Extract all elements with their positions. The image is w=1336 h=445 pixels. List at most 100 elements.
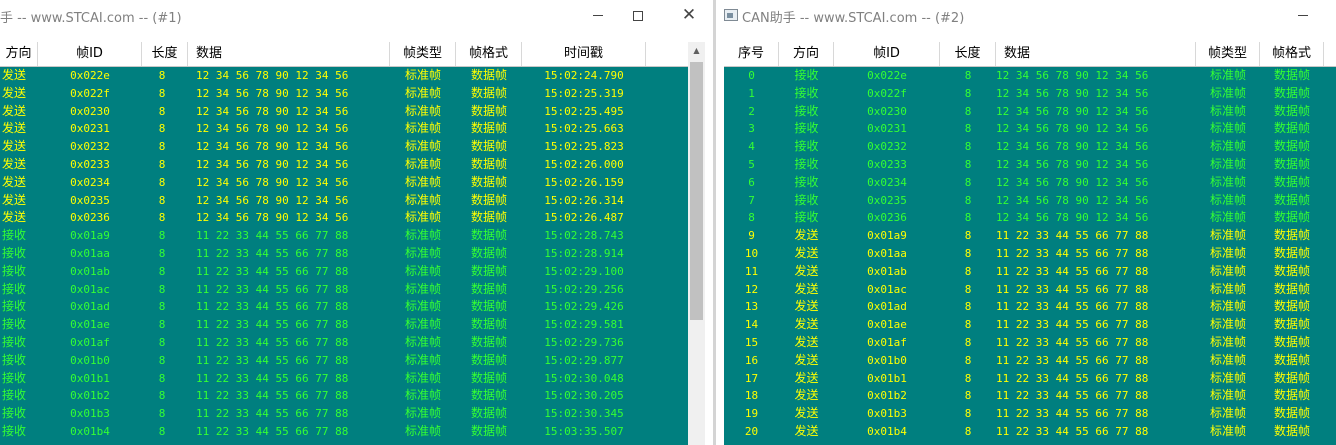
cell-length: 8 xyxy=(964,336,972,349)
col-frame-type[interactable]: 帧类型 xyxy=(390,42,456,66)
cell-frame-type: 标准帧 xyxy=(404,370,441,385)
maximize-button[interactable] xyxy=(615,0,661,31)
table-row[interactable]: 2 接收 0x0230 8 12 34 56 78 90 12 34 56 标准帧 数据帧 xyxy=(724,103,1336,121)
vertical-scrollbar[interactable]: ▲ xyxy=(688,42,705,445)
cell-data: 12 34 56 78 90 12 34 56 xyxy=(196,104,349,118)
cell-length: 8 xyxy=(158,407,166,421)
close-button[interactable]: ✕ xyxy=(666,0,712,31)
cell-frame-type: 标准帧 xyxy=(404,335,441,349)
col-direction[interactable]: 方向 xyxy=(779,42,834,66)
table-row[interactable]: 16 发送 0x01b0 8 11 22 33 44 55 66 77 88 标准帧 数据帧 xyxy=(724,352,1336,370)
table-row[interactable]: 接收 0x01b3 8 11 22 33 44 55 66 77 88 标准帧 数据帧 15… xyxy=(0,405,688,423)
table-row[interactable]: 接收 0x01af 8 11 22 33 44 55 66 77 88 标准帧 数据帧 15… xyxy=(0,334,688,352)
table-row[interactable]: 接收 0x01b2 8 11 22 33 44 55 66 77 88 标准帧 数据帧 15… xyxy=(0,387,688,405)
cell-frame-format: 数据帧 xyxy=(470,157,507,171)
table-row[interactable]: 1 接收 0x022f 8 12 34 56 78 90 12 34 56 标准帧 数据帧 xyxy=(724,85,1336,103)
table-row[interactable]: 9 发送 0x01a9 8 11 22 33 44 55 66 77 88 标准帧 数据帧 xyxy=(724,227,1336,245)
table-row[interactable]: 8 接收 0x0236 8 12 34 56 78 90 12 34 56 标准帧 数据帧 xyxy=(724,209,1336,227)
cell-frame-format: 数据帧 xyxy=(1273,157,1310,171)
cell-frame-type: 标准帧 xyxy=(404,210,441,225)
cell-frame-type: 标准帧 xyxy=(1209,174,1246,189)
table-row[interactable]: 17 发送 0x01b1 8 11 22 33 44 55 66 77 88 标准帧 数据帧 xyxy=(724,370,1336,388)
col-frame-type[interactable]: 帧类型 xyxy=(1196,42,1260,66)
cell-data: 11 22 33 44 55 66 77 88 xyxy=(196,247,349,260)
cell-length: 8 xyxy=(158,389,166,403)
table-row[interactable]: 发送 0x0232 8 12 34 56 78 90 12 34 56 标准帧 数据帧 15… xyxy=(0,138,688,156)
cell-length: 8 xyxy=(158,104,166,118)
table-row[interactable]: 接收 0x01ac 8 11 22 33 44 55 66 77 88 标准帧 数据帧 15… xyxy=(0,281,688,299)
table-row[interactable]: 7 接收 0x0235 8 12 34 56 78 90 12 34 56 标准帧 数据帧 xyxy=(724,192,1336,210)
table-row[interactable]: 5 接收 0x0233 8 12 34 56 78 90 12 34 56 标准帧 数据帧 xyxy=(724,156,1336,174)
table-row[interactable]: 13 发送 0x01ad 8 11 22 33 44 55 66 77 88 标准帧 数据帧 xyxy=(724,298,1336,316)
cell-timestamp: 15:02:26.314 xyxy=(544,193,624,207)
col-frame-id[interactable]: 帧ID xyxy=(38,42,142,66)
col-frame-format[interactable]: 帧格式 xyxy=(456,42,522,66)
table-row[interactable]: 发送 0x022e 8 12 34 56 78 90 12 34 56 标准帧 数据帧 15… xyxy=(0,67,688,85)
cell-frame-format: 数据帧 xyxy=(470,103,507,118)
table-row[interactable]: 6 接收 0x0234 8 12 34 56 78 90 12 34 56 标准帧 数据帧 xyxy=(724,174,1336,192)
table-row[interactable]: 接收 0x01aa 8 11 22 33 44 55 66 77 88 标准帧 数据帧 15… xyxy=(0,245,688,263)
scroll-up-arrow-icon[interactable]: ▲ xyxy=(688,42,705,59)
cell-data: 12 34 56 78 90 12 34 56 xyxy=(996,158,1149,171)
table-row[interactable]: 接收 0x01a9 8 11 22 33 44 55 66 77 88 标准帧 数据帧 15… xyxy=(0,227,688,245)
cell-frame-type: 标准帧 xyxy=(1209,228,1246,243)
table-row[interactable]: 发送 0x022f 8 12 34 56 78 90 12 34 56 标准帧 数据帧 15… xyxy=(0,85,688,103)
message-list[interactable]: 0 接收 0x022e 8 12 34 56 78 90 12 34 56 标准帧 数据帧 1… xyxy=(724,42,1336,445)
cell-data: 11 22 33 44 55 66 77 88 xyxy=(996,247,1149,260)
cell-data: 11 22 33 44 55 66 77 88 xyxy=(196,282,349,296)
col-frame-format[interactable]: 帧格式 xyxy=(1260,42,1324,66)
table-row[interactable]: 接收 0x01b4 8 11 22 33 44 55 66 77 88 标准帧 数据帧 15… xyxy=(0,423,688,441)
col-sequence[interactable]: 序号 xyxy=(724,42,779,66)
table-row[interactable]: 14 发送 0x01ae 8 11 22 33 44 55 66 77 88 标准帧 数据帧 xyxy=(724,316,1336,334)
table-row[interactable]: 发送 0x0235 8 12 34 56 78 90 12 34 56 标准帧 数据帧 15… xyxy=(0,192,688,210)
table-row[interactable]: 发送 0x0233 8 12 34 56 78 90 12 34 56 标准帧 数据帧 15… xyxy=(0,156,688,174)
col-timestamp[interactable]: 时间戳 xyxy=(522,42,646,66)
cell-frame-format: 数据帧 xyxy=(1273,85,1310,100)
table-row[interactable]: 10 发送 0x01aa 8 11 22 33 44 55 66 77 88 标准帧 数据帧 xyxy=(724,245,1336,263)
cell-frame-type: 标准帧 xyxy=(404,157,441,171)
cell-sequence: 4 xyxy=(748,140,755,154)
table-row[interactable]: 20 发送 0x01b4 8 11 22 33 44 55 66 77 88 标准帧 数据帧 xyxy=(724,423,1336,441)
table-row[interactable]: 接收 0x01ad 8 11 22 33 44 55 66 77 88 标准帧 数据帧 15… xyxy=(0,298,688,316)
table-row[interactable]: 接收 0x01b0 8 11 22 33 44 55 66 77 88 标准帧 数据帧 15… xyxy=(0,352,688,370)
table-row[interactable]: 19 发送 0x01b3 8 11 22 33 44 55 66 77 88 标准帧 数据帧 xyxy=(724,405,1336,423)
title-bar[interactable]: CAN助手 -- www.STCAI.com -- (#2) xyxy=(716,0,1336,31)
col-data[interactable]: 数据 xyxy=(996,42,1196,66)
cell-frame-format: 数据帧 xyxy=(1273,210,1310,225)
cell-direction: 接收 xyxy=(794,85,819,100)
table-row[interactable]: 发送 0x0230 8 12 34 56 78 90 12 34 56 标准帧 数据帧 15… xyxy=(0,103,688,121)
table-row[interactable]: 11 发送 0x01ab 8 11 22 33 44 55 66 77 88 标准帧 数据帧 xyxy=(724,263,1336,281)
table-row[interactable]: 0 接收 0x022e 8 12 34 56 78 90 12 34 56 标准帧 数据帧 xyxy=(724,67,1336,85)
table-row[interactable]: 18 发送 0x01b2 8 11 22 33 44 55 66 77 88 标准帧 数据帧 xyxy=(724,387,1336,405)
table-row[interactable]: 接收 0x01ab 8 11 22 33 44 55 66 77 88 标准帧 数据帧 15… xyxy=(0,263,688,281)
cell-frame-id: 0x01ad xyxy=(867,300,907,314)
col-data[interactable]: 数据 xyxy=(188,42,390,66)
table-row[interactable]: 发送 0x0234 8 12 34 56 78 90 12 34 56 标准帧 数据帧 15… xyxy=(0,174,688,192)
table-row[interactable]: 发送 0x0236 8 12 34 56 78 90 12 34 56 标准帧 数据帧 15… xyxy=(0,209,688,227)
table-row[interactable]: 发送 0x0231 8 12 34 56 78 90 12 34 56 标准帧 数据帧 15… xyxy=(0,120,688,138)
table-row[interactable]: 接收 0x01b1 8 11 22 33 44 55 66 77 88 标准帧 数据帧 15… xyxy=(0,370,688,388)
cell-frame-id: 0x0231 xyxy=(70,122,110,136)
scrollbar-thumb[interactable] xyxy=(690,62,703,320)
col-direction[interactable]: 方向 xyxy=(0,42,38,66)
table-row[interactable]: 3 接收 0x0231 8 12 34 56 78 90 12 34 56 标准帧 数据帧 xyxy=(724,120,1336,138)
cell-length: 8 xyxy=(158,336,166,349)
cell-frame-format: 数据帧 xyxy=(470,85,507,100)
col-length[interactable]: 长度 xyxy=(940,42,996,66)
title-bar[interactable]: 手 -- www.STCAI.com -- (#1) ✕ xyxy=(0,0,713,31)
cell-data: 12 34 56 78 90 12 34 56 xyxy=(196,158,349,171)
minimize-button[interactable] xyxy=(1280,0,1326,31)
col-length[interactable]: 长度 xyxy=(142,42,188,66)
table-row[interactable]: 15 发送 0x01af 8 11 22 33 44 55 66 77 88 标准帧 数据帧 xyxy=(724,334,1336,352)
cell-direction: 发送 xyxy=(2,68,27,82)
cell-sequence: 12 xyxy=(744,282,759,296)
message-list[interactable]: 发送 0x022e 8 12 34 56 78 90 12 34 56 标准帧 数据帧 15… xyxy=(0,42,688,445)
cell-direction: 发送 xyxy=(794,335,819,349)
col-frame-id[interactable]: 帧ID xyxy=(834,42,940,66)
table-row[interactable]: 12 发送 0x01ac 8 11 22 33 44 55 66 77 88 标准帧 数据帧 xyxy=(724,281,1336,299)
table-row[interactable]: 4 接收 0x0232 8 12 34 56 78 90 12 34 56 标准帧 数据帧 xyxy=(724,138,1336,156)
cell-frame-type: 标准帧 xyxy=(1209,210,1246,225)
cell-frame-id: 0x01af xyxy=(867,336,907,349)
cell-frame-type: 标准帧 xyxy=(404,103,441,118)
table-row[interactable]: 接收 0x01ae 8 11 22 33 44 55 66 77 88 标准帧 数据帧 15… xyxy=(0,316,688,334)
